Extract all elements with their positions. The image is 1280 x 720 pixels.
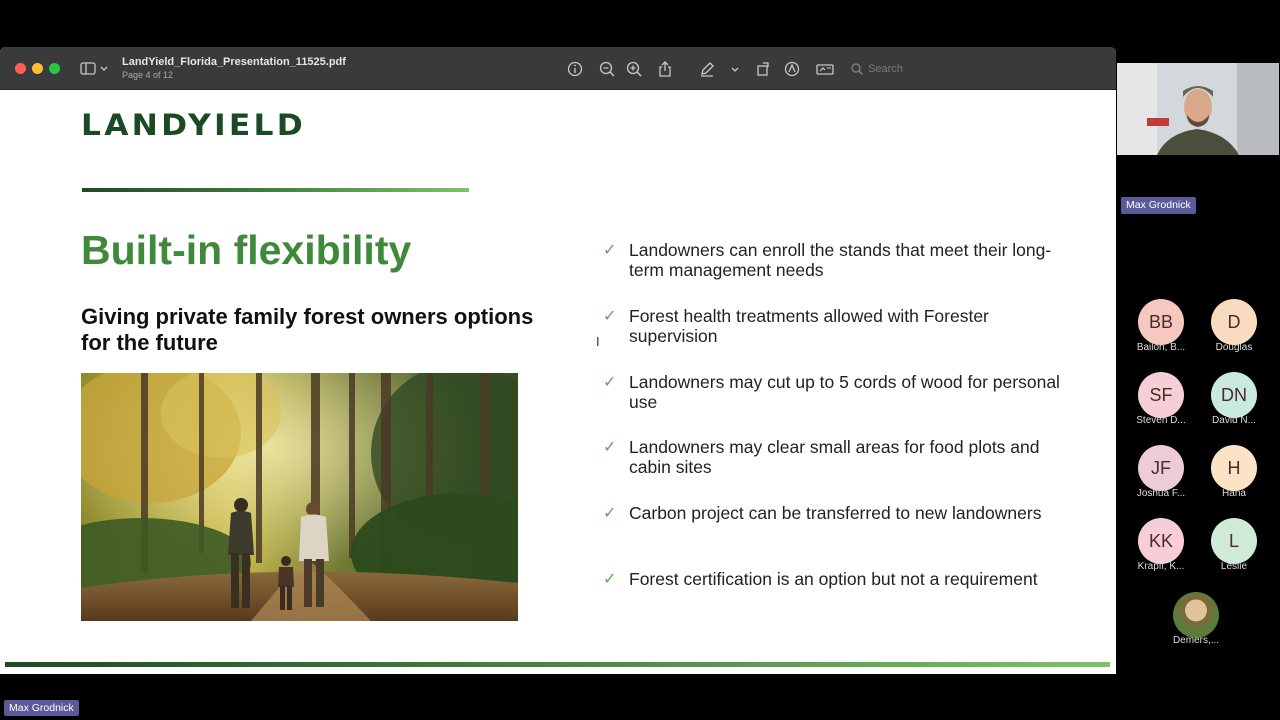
checkmark-icon: ✓ — [603, 439, 617, 457]
slide-heading: Built-in flexibility — [81, 227, 412, 273]
participant-name: Hana — [1222, 488, 1246, 499]
participant-name: Joshua F... — [1136, 488, 1186, 499]
minimize-window-button[interactable] — [32, 63, 43, 74]
screen: LandYield_Florida_Presentation_11525.pdf… — [0, 0, 1280, 720]
participant-tile[interactable]: BB Bailon, B... — [1125, 299, 1197, 361]
participant-avatar: DN — [1211, 372, 1257, 418]
slide-page: LANDYIELD Built-in flexibility Giving pr… — [5, 90, 1110, 674]
bullet-text: Forest health treatments allowed with Fo… — [629, 305, 989, 346]
zoom-window-button[interactable] — [49, 63, 60, 74]
participant-name: Steven D... — [1136, 415, 1186, 426]
pdf-viewer-window: LandYield_Florida_Presentation_11525.pdf… — [0, 47, 1116, 674]
sidebar-icon — [80, 62, 108, 75]
checkmark-icon: ✓ — [603, 570, 617, 588]
sidebar-toggle-button[interactable] — [80, 60, 112, 78]
bullet-item: ✓ Forest health treatments allowed with F… — [601, 306, 1061, 372]
participant-name: Leslie — [1220, 561, 1248, 572]
checkmark-icon: ✓ — [603, 307, 617, 325]
participant-avatar: KK — [1138, 518, 1184, 564]
rotate-icon — [757, 62, 769, 76]
bullet-item: ✓ Carbon project can be transferred to ne… — [601, 503, 1061, 569]
checkmark-icon: ✓ — [603, 373, 617, 391]
participant-avatar: BB — [1138, 299, 1184, 345]
participant-photo-avatar — [1173, 592, 1219, 638]
zoom-out-button[interactable] — [597, 59, 617, 79]
bullet-text: Landowners may cut up to 5 cords of wood… — [629, 371, 1060, 412]
landyield-logo: LANDYIELD — [81, 108, 373, 142]
annotate-button[interactable] — [782, 59, 802, 79]
bullet-item: ✓ Forest certification is an option but n… — [601, 569, 1061, 635]
participant-avatar: L — [1211, 518, 1257, 564]
logo-text: LANDYIELD — [81, 108, 306, 142]
text-cursor-icon: I — [596, 334, 600, 349]
presenter-label: Max Grodnick — [4, 700, 79, 716]
bullet-text: Landowners can enroll the stands that me… — [629, 240, 1052, 280]
slide-subheading: Giving private family forest owners opti… — [81, 304, 534, 355]
participant-avatar: D — [1211, 299, 1257, 345]
zoom-in-button[interactable] — [624, 59, 644, 79]
participant-avatar: JF — [1138, 445, 1184, 491]
info-icon — [567, 61, 583, 77]
speaker-video-tile[interactable] — [1117, 63, 1279, 155]
zoom-out-icon — [599, 61, 615, 77]
footer-rule — [5, 662, 1110, 667]
pen-icon — [701, 62, 714, 77]
checkmark-icon: ✓ — [603, 242, 617, 259]
participant-name: Demers,... — [1172, 635, 1220, 646]
share-button[interactable] — [655, 59, 675, 79]
participant-tile[interactable]: KK Krapfl, K... — [1125, 518, 1197, 580]
participant-tile[interactable]: SF Steven D... — [1125, 372, 1197, 434]
bullet-item: ✓ Landowners may clear small areas for fo… — [601, 437, 1061, 503]
header-rule — [82, 188, 469, 192]
participant-name: Bailon, B... — [1136, 342, 1186, 353]
participant-tile[interactable]: H Hana — [1198, 445, 1270, 507]
document-title: LandYield_Florida_Presentation_11525.pdf — [122, 56, 346, 68]
active-speaker-label: Max Grodnick — [1121, 197, 1196, 214]
search-input[interactable] — [868, 61, 956, 77]
form-icon — [816, 64, 834, 75]
participant-name: Douglas — [1215, 342, 1253, 353]
viewer-toolbar: LandYield_Florida_Presentation_11525.pdf… — [0, 47, 1116, 90]
participant-tile[interactable]: DN David N... — [1198, 372, 1270, 434]
bullet-item: ✓ Landowners can enroll the stands that m… — [601, 240, 1061, 306]
info-button[interactable] — [565, 59, 585, 79]
chevron-down-icon — [731, 67, 739, 72]
participant-avatar: SF — [1138, 372, 1184, 418]
participant-tile[interactable]: JF Joshua F... — [1125, 445, 1197, 507]
markup-menu-button[interactable] — [725, 59, 745, 79]
feature-bullet-list: ✓ Landowners can enroll the stands that m… — [601, 240, 1061, 635]
rotate-button[interactable] — [753, 59, 773, 79]
bullet-text: Forest certification is an option but no… — [629, 568, 1038, 589]
search-field[interactable] — [846, 59, 956, 79]
form-fill-button[interactable] — [815, 59, 835, 79]
annotate-icon — [784, 61, 800, 77]
participant-tile[interactable]: D Douglas — [1198, 299, 1270, 361]
checkmark-icon: ✓ — [603, 505, 617, 523]
participant-avatar: H — [1211, 445, 1257, 491]
bullet-text: Landowners may clear small areas for foo… — [629, 437, 1040, 478]
zoom-in-icon — [626, 61, 642, 77]
bullet-item: ✓ Landowners may cut up to 5 cords of woo… — [601, 372, 1061, 438]
share-icon — [659, 61, 671, 77]
family-forest-walk-photo — [81, 373, 518, 621]
participant-name: David N... — [1212, 415, 1256, 426]
markup-pen-button[interactable] — [697, 59, 717, 79]
participant-tile[interactable]: Demers,... — [1160, 592, 1232, 654]
close-window-button[interactable] — [15, 63, 26, 74]
page-indicator: Page 4 of 12 — [122, 70, 174, 80]
participant-tile[interactable]: L Leslie — [1198, 518, 1270, 580]
participant-name: Krapfl, K... — [1137, 561, 1185, 572]
search-icon — [851, 63, 863, 75]
bullet-text: Carbon project can be transferred to new… — [629, 503, 1042, 524]
